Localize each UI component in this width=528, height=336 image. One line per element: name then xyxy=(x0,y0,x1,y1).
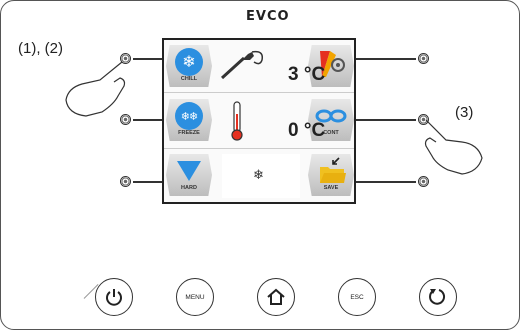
cycle-button[interactable] xyxy=(419,278,457,316)
probe-icon xyxy=(220,50,264,80)
chill-tile[interactable]: ❄ CHILL xyxy=(166,45,212,87)
hand-pointer-right-icon xyxy=(424,119,483,175)
room-temperature: 0 °C xyxy=(288,120,326,141)
right-lead-middle xyxy=(356,119,416,121)
snowflake-icon: ❄ xyxy=(175,48,203,76)
right-lead-bottom xyxy=(356,181,416,183)
freeze-label: FREEZE xyxy=(178,130,200,136)
display-screen: ❄ CHILL ❄❄ FREEZE HARD CONT SAVE 3 °C 0 … xyxy=(162,38,356,204)
esc-button[interactable]: ESC xyxy=(338,278,376,316)
save-tile[interactable]: SAVE xyxy=(308,154,354,196)
menu-label: MENU xyxy=(185,293,205,301)
home-icon xyxy=(267,288,285,305)
hard-label: HARD xyxy=(181,185,197,191)
brand-logo: EVCO xyxy=(246,9,290,24)
home-button[interactable] xyxy=(257,278,295,316)
cycle-icon xyxy=(429,289,446,305)
snowflake-status-icon: ❄ xyxy=(253,167,264,182)
right-key-top[interactable] xyxy=(418,53,429,64)
probe-temperature: 3 °C xyxy=(288,64,326,85)
multi-snowflake-icon: ❄❄ xyxy=(175,102,203,130)
hand-pointer-left-icon xyxy=(65,61,126,117)
left-key-bottom[interactable] xyxy=(120,176,131,187)
menu-button[interactable]: MENU xyxy=(176,278,214,316)
freeze-tile[interactable]: ❄❄ FREEZE xyxy=(166,99,212,141)
row-divider xyxy=(164,148,354,149)
folder-save-icon xyxy=(320,157,346,183)
left-lead-bottom xyxy=(133,181,162,183)
annotation-left: (1), (2) xyxy=(18,40,63,57)
esc-label: ESC xyxy=(350,293,364,301)
row-divider xyxy=(164,92,354,93)
thermometer-icon xyxy=(231,101,243,141)
save-label: SAVE xyxy=(323,185,339,191)
power-icon xyxy=(106,289,122,306)
hard-tile[interactable]: HARD xyxy=(166,154,212,196)
triangle-down-icon xyxy=(177,161,201,181)
right-lead-top xyxy=(356,58,416,60)
power-button[interactable] xyxy=(95,278,133,316)
chill-label: CHILL xyxy=(180,76,198,82)
status-box: ❄ xyxy=(222,154,300,198)
